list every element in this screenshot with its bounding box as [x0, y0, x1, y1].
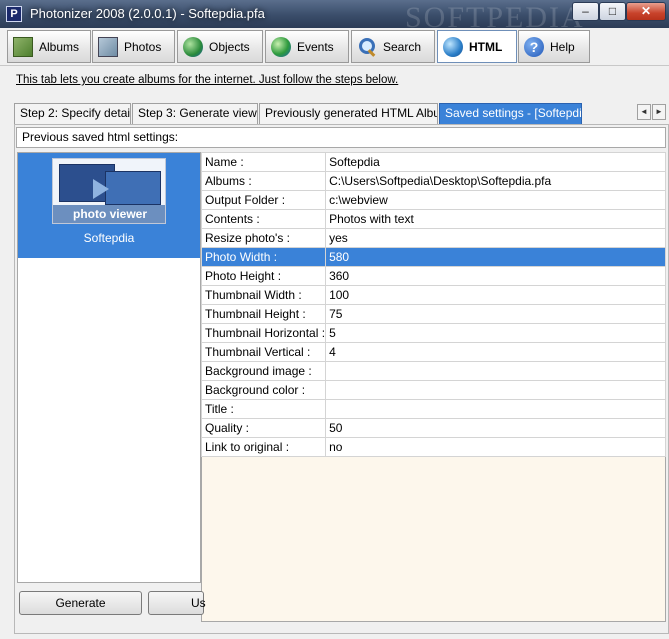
table-row[interactable]: Link to original : no [200, 437, 666, 457]
setting-key: Resize photo's : [200, 228, 327, 248]
tab-label: Events [297, 39, 334, 54]
photos-icon [98, 36, 118, 57]
album-name: Softepdia [83, 231, 135, 245]
scroll-right-icon[interactable]: ► [652, 104, 666, 120]
tab-label: Help [550, 39, 575, 54]
setting-key: Background color : [200, 380, 327, 400]
arrow-icon [93, 179, 109, 199]
setting-key: Photo Height : [200, 266, 327, 286]
setting-value[interactable]: 360 [325, 266, 666, 286]
setting-value[interactable]: no [325, 437, 666, 457]
maximize-button[interactable]: □ [599, 2, 626, 21]
setting-key: Title : [200, 399, 327, 419]
setting-value[interactable]: yes [325, 228, 666, 248]
table-row[interactable]: Quality :50 [200, 418, 666, 438]
tab-label: Objects [209, 39, 250, 54]
table-row[interactable]: Background image : [200, 361, 666, 381]
setting-value[interactable]: 4 [325, 342, 666, 362]
tab-label: Photos [124, 39, 162, 54]
objects-icon [183, 36, 203, 57]
table-row[interactable]: Thumbnail Horizontal :5 [200, 323, 666, 343]
saved-settings-list: photo viewer Softepdia [17, 152, 201, 583]
setting-value[interactable]: C:\Users\Softpedia\Desktop\Softepdia.pfa [325, 171, 666, 191]
minimize-button[interactable]: – [572, 2, 599, 21]
table-row[interactable]: Photo Width :580 [200, 247, 666, 267]
tab-saved-settings[interactable]: Saved settings - [Softepdia] [439, 103, 582, 124]
setting-key: Contents : [200, 209, 327, 229]
setting-key: Background image : [200, 361, 327, 381]
app-icon: P [6, 6, 22, 22]
albums-icon [13, 36, 33, 57]
setting-value[interactable]: 75 [325, 304, 666, 324]
setting-key: Photo Width : [200, 247, 327, 267]
section-label: Previous saved html settings: [16, 127, 666, 148]
setting-key: Thumbnail Width : [200, 285, 327, 305]
table-row[interactable]: Resize photo's : yes [200, 228, 666, 248]
tab-albums[interactable]: Albums [7, 30, 91, 63]
thumbnail-caption: photo viewer [53, 205, 165, 223]
tab-search[interactable]: Search [351, 30, 435, 63]
tab-label: Albums [39, 39, 80, 54]
scroll-left-icon[interactable]: ◄ [637, 104, 651, 120]
table-row[interactable]: Name : Softepdia [200, 152, 666, 172]
table-row[interactable]: Thumbnail Height :75 [200, 304, 666, 324]
settings-table: Name : Softepdia Albums : C:\Users\Softpedi… [200, 152, 666, 457]
info-text: This tab lets you create albums for the … [16, 74, 399, 86]
tab-photos[interactable]: Photos [92, 30, 175, 63]
table-row[interactable]: Background color : [200, 380, 666, 400]
table-row[interactable]: Output Folder : c:\webview [200, 190, 666, 210]
window-title: Photonizer 2008 (2.0.0.1) - Softepdia.pf… [30, 6, 265, 21]
main-tabs: Albums Photos Objects Events Search HTML… [0, 28, 669, 66]
setting-key: Thumbnail Horizontal : [200, 323, 327, 343]
close-button[interactable]: ✕ [626, 2, 666, 21]
tab-html[interactable]: HTML [437, 30, 517, 63]
generate-button[interactable]: Generate [19, 591, 142, 615]
tab-help[interactable]: ? Help [518, 30, 590, 63]
photo-viewer-thumbnail: photo viewer [52, 158, 166, 224]
setting-key: Name : [200, 152, 327, 172]
setting-value[interactable] [325, 399, 666, 419]
tab-step3-generate-viewer[interactable]: Step 3: Generate viewer [132, 103, 258, 124]
table-row[interactable]: Photo Height :360 [200, 266, 666, 286]
use-button[interactable]: Us [148, 591, 206, 615]
tab-previously-generated[interactable]: Previously generated HTML Albums [259, 103, 438, 124]
table-row[interactable]: Title : [200, 399, 666, 419]
setting-key: Quality : [200, 418, 327, 438]
table-row[interactable]: Thumbnail Vertical :4 [200, 342, 666, 362]
setting-key: Link to original : [200, 437, 327, 457]
setting-value[interactable]: c:\webview [325, 190, 666, 210]
tab-step2-specify-details[interactable]: Step 2: Specify details [14, 103, 131, 124]
setting-value[interactable]: 50 [325, 418, 666, 438]
setting-key: Output Folder : [200, 190, 327, 210]
setting-key: Thumbnail Vertical : [200, 342, 327, 362]
events-icon [271, 36, 291, 57]
table-row[interactable]: Contents : Photos with text [200, 209, 666, 229]
setting-value[interactable]: 5 [325, 323, 666, 343]
tab-label: Search [383, 39, 422, 54]
tab-label: HTML [469, 39, 503, 54]
settings-grid: Name : Softepdia Albums : C:\Users\Softpedi… [200, 152, 666, 622]
tab-objects[interactable]: Objects [177, 30, 263, 63]
setting-value[interactable]: Photos with text [325, 209, 666, 229]
html-icon [443, 36, 463, 57]
setting-value[interactable]: 580 [325, 247, 666, 267]
title-bar: P Photonizer 2008 (2.0.0.1) - Softepdia.… [0, 0, 669, 34]
setting-value[interactable] [325, 361, 666, 381]
list-item[interactable]: photo viewer Softepdia [18, 153, 200, 258]
setting-value[interactable]: Softepdia [325, 152, 666, 172]
setting-key: Thumbnail Height : [200, 304, 327, 324]
setting-key: Albums : [200, 171, 327, 191]
table-row[interactable]: Albums : C:\Users\Softpedia\Desktop\Softe… [200, 171, 666, 191]
help-icon: ? [524, 36, 544, 57]
window-graphic [105, 171, 161, 205]
tab-events[interactable]: Events [265, 30, 349, 63]
setting-value[interactable]: 100 [325, 285, 666, 305]
search-icon [357, 37, 377, 57]
setting-value[interactable] [325, 380, 666, 400]
table-row[interactable]: Thumbnail Width :100 [200, 285, 666, 305]
